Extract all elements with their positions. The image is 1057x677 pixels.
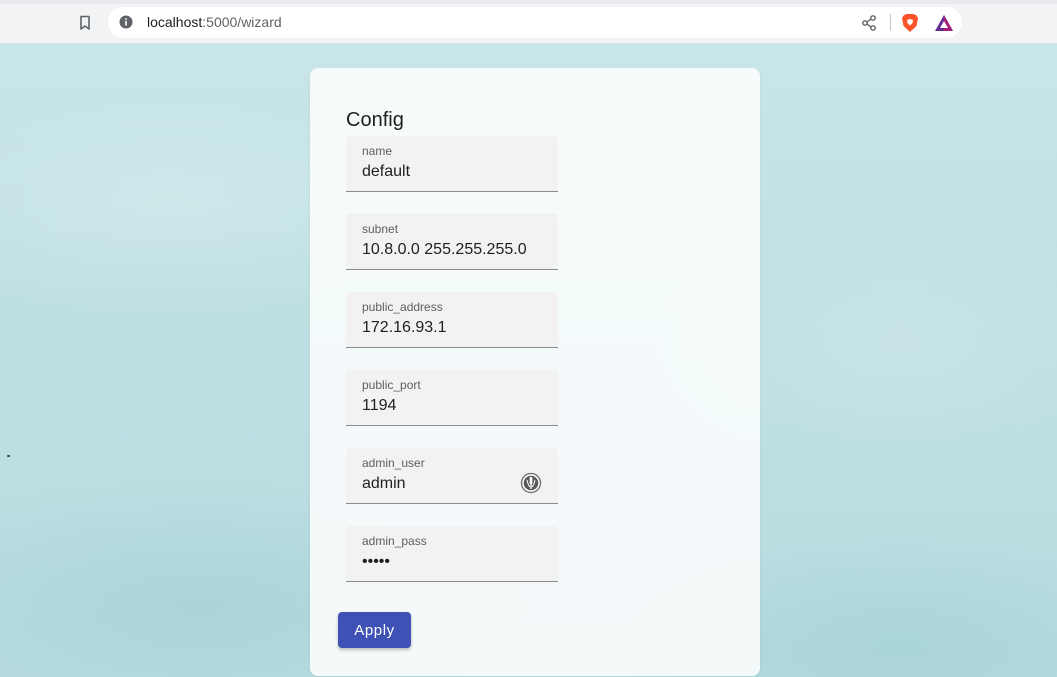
admin-pass-label: admin_pass	[362, 534, 427, 548]
admin-user-input[interactable]	[362, 475, 512, 493]
subnet-field[interactable]: subnet	[346, 214, 558, 270]
admin-user-label: admin_user	[362, 456, 425, 470]
subnet-label: subnet	[362, 222, 399, 236]
omnibox-separator	[890, 14, 891, 31]
password-manager-key-icon[interactable]	[520, 472, 542, 494]
brave-shields-icon[interactable]	[901, 13, 919, 33]
admin-user-field[interactable]: admin_user	[346, 448, 558, 504]
admin-pass-field[interactable]: admin_pass	[346, 526, 558, 582]
public-port-label: public_port	[362, 378, 421, 392]
name-label: name	[362, 144, 393, 158]
address-bar[interactable]: localhost:5000/wizard	[108, 7, 962, 38]
subnet-input[interactable]	[362, 241, 552, 259]
browser-toolbar: localhost:5000/wizard	[0, 0, 1057, 44]
name-input[interactable]	[362, 163, 552, 181]
public-address-input[interactable]	[362, 319, 552, 337]
url-path: :5000/wizard	[202, 14, 282, 30]
url-text[interactable]: localhost:5000/wizard	[147, 15, 282, 30]
url-host: localhost	[147, 14, 203, 30]
admin-pass-input[interactable]	[362, 553, 552, 571]
public-port-field[interactable]: public_port	[346, 370, 558, 426]
public-address-field[interactable]: public_address	[346, 292, 558, 348]
apply-button[interactable]: Apply	[338, 612, 411, 648]
public-address-label: public_address	[362, 300, 443, 314]
background-speck	[7, 455, 10, 457]
brave-rewards-icon[interactable]	[934, 14, 954, 32]
info-icon[interactable]	[119, 15, 133, 29]
bookmark-icon[interactable]	[74, 12, 96, 34]
config-card: Config name subnet public_address public…	[310, 68, 760, 676]
public-port-input[interactable]	[362, 397, 552, 415]
name-field[interactable]: name	[346, 136, 558, 192]
form-title: Config	[346, 109, 404, 131]
share-icon[interactable]	[860, 14, 878, 32]
tab-strip-edge	[0, 0, 1057, 4]
